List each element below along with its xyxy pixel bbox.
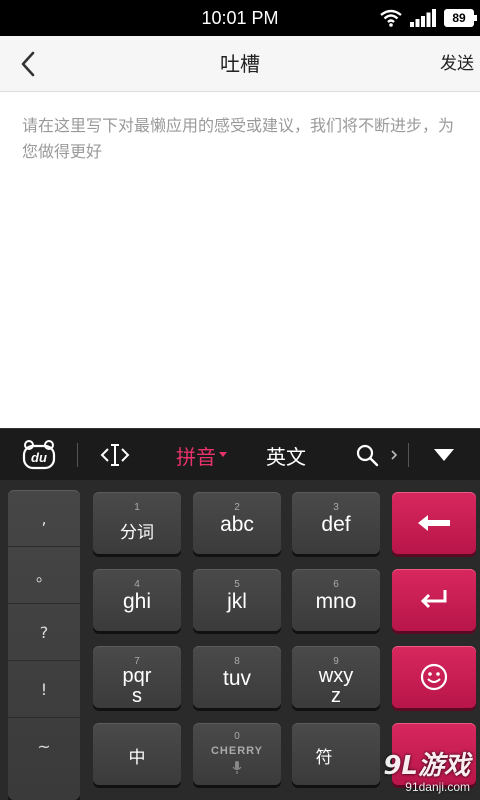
keyboard-toolbar: du 拼音 英文 [0,428,480,480]
key-number: 2 [234,502,240,513]
key-number: 5 [234,579,240,590]
chevron-left-icon [21,51,35,77]
key-chinese-toggle[interactable]: 中 [93,723,181,785]
key-label: 符 [315,748,333,768]
key-number: 6 [333,579,339,590]
feedback-input[interactable] [0,93,480,428]
feedback-area [0,93,480,428]
key-label: mno [315,590,357,613]
key-8[interactable]: 8 tuv [193,646,281,708]
key-number: 4 [134,579,140,590]
signal-icon [410,9,436,27]
emoji-key[interactable] [392,646,476,708]
wifi-icon [380,9,402,27]
key-label: def [321,513,351,536]
watermark-url: 91danji.com [405,780,470,794]
cherry-label: CHERRY [210,745,264,757]
pinyin-label: 拼音 [176,444,216,469]
du-logo-button[interactable]: du [18,429,60,481]
toolbar-divider [408,443,409,467]
english-mode-button[interactable]: 英文 [258,429,314,481]
enter-icon [420,590,447,609]
smiley-icon [420,663,448,691]
backspace-key[interactable] [392,492,476,554]
send-button[interactable]: 发送 [440,36,474,92]
punct-key[interactable]: 。 [8,547,80,604]
toolbar-divider [77,443,78,467]
key-6[interactable]: 6 mno [292,569,380,631]
punct-key[interactable]: ~ [8,718,80,775]
key-label: 中 [128,748,146,768]
status-bar: 10:01 PM 89 [0,0,480,36]
caret-down-icon [219,452,227,457]
punct-key[interactable]: , [8,490,80,547]
punct-key[interactable]: ? [8,604,80,661]
page-title: 吐槽 [220,52,260,76]
key-label: wxy z [318,665,354,707]
key-label: 分词 [120,523,154,543]
text-cursor-icon [100,444,130,466]
status-icons: 89 [380,7,477,29]
key-number: 8 [234,656,240,667]
key-label: abc [220,513,254,536]
key-number: 0 [234,731,240,742]
key-label: ghi [122,590,152,613]
du-logo-text: du [31,450,47,465]
du-logo-icon: du [22,440,56,470]
search-icon [356,444,379,467]
key-9[interactable]: 9 wxy z [292,646,380,708]
collapse-keyboard-button[interactable] [424,429,464,481]
key-2[interactable]: 2 abc [193,492,281,554]
key-number: 1 [134,502,140,513]
search-button[interactable] [350,429,384,481]
key-4[interactable]: 4 ghi [93,569,181,631]
microphone-icon [232,761,242,774]
app-header: 吐槽 发送 [0,36,480,92]
pinyin-mode-button[interactable]: 拼音 [170,429,234,481]
key-symbols[interactable]: 符 [292,723,380,785]
key-1[interactable]: 1 分词 [93,492,181,554]
battery-icon: 89 [444,9,477,27]
enter-key[interactable] [392,569,476,631]
key-label: jkl [227,590,247,613]
triangle-down-icon [434,449,454,461]
watermark-logo: 9L游戏 [383,751,470,781]
chevron-right-icon [391,450,398,460]
backspace-icon [418,515,450,531]
key-label: pqr s [122,665,152,707]
punctuation-column: , 。 ? ! ~ [8,490,80,800]
key-5[interactable]: 5 jkl [193,569,281,631]
key-3[interactable]: 3 def [292,492,380,554]
key-number: 3 [333,502,339,513]
key-0-space[interactable]: 0 CHERRY [193,723,281,785]
key-7[interactable]: 7 pqr s [93,646,181,708]
key-label: tuv [222,667,251,690]
keyboard: , 。 ? ! ~ 1 分词 2 abc 3 def 4 ghi 5 jkl 6… [0,480,480,800]
cursor-button[interactable] [95,429,135,481]
watermark: 9L游戏 91danji.com [383,752,470,794]
more-arrow-button[interactable] [386,429,402,481]
back-button[interactable] [10,44,46,84]
punct-key[interactable]: ! [8,661,80,718]
